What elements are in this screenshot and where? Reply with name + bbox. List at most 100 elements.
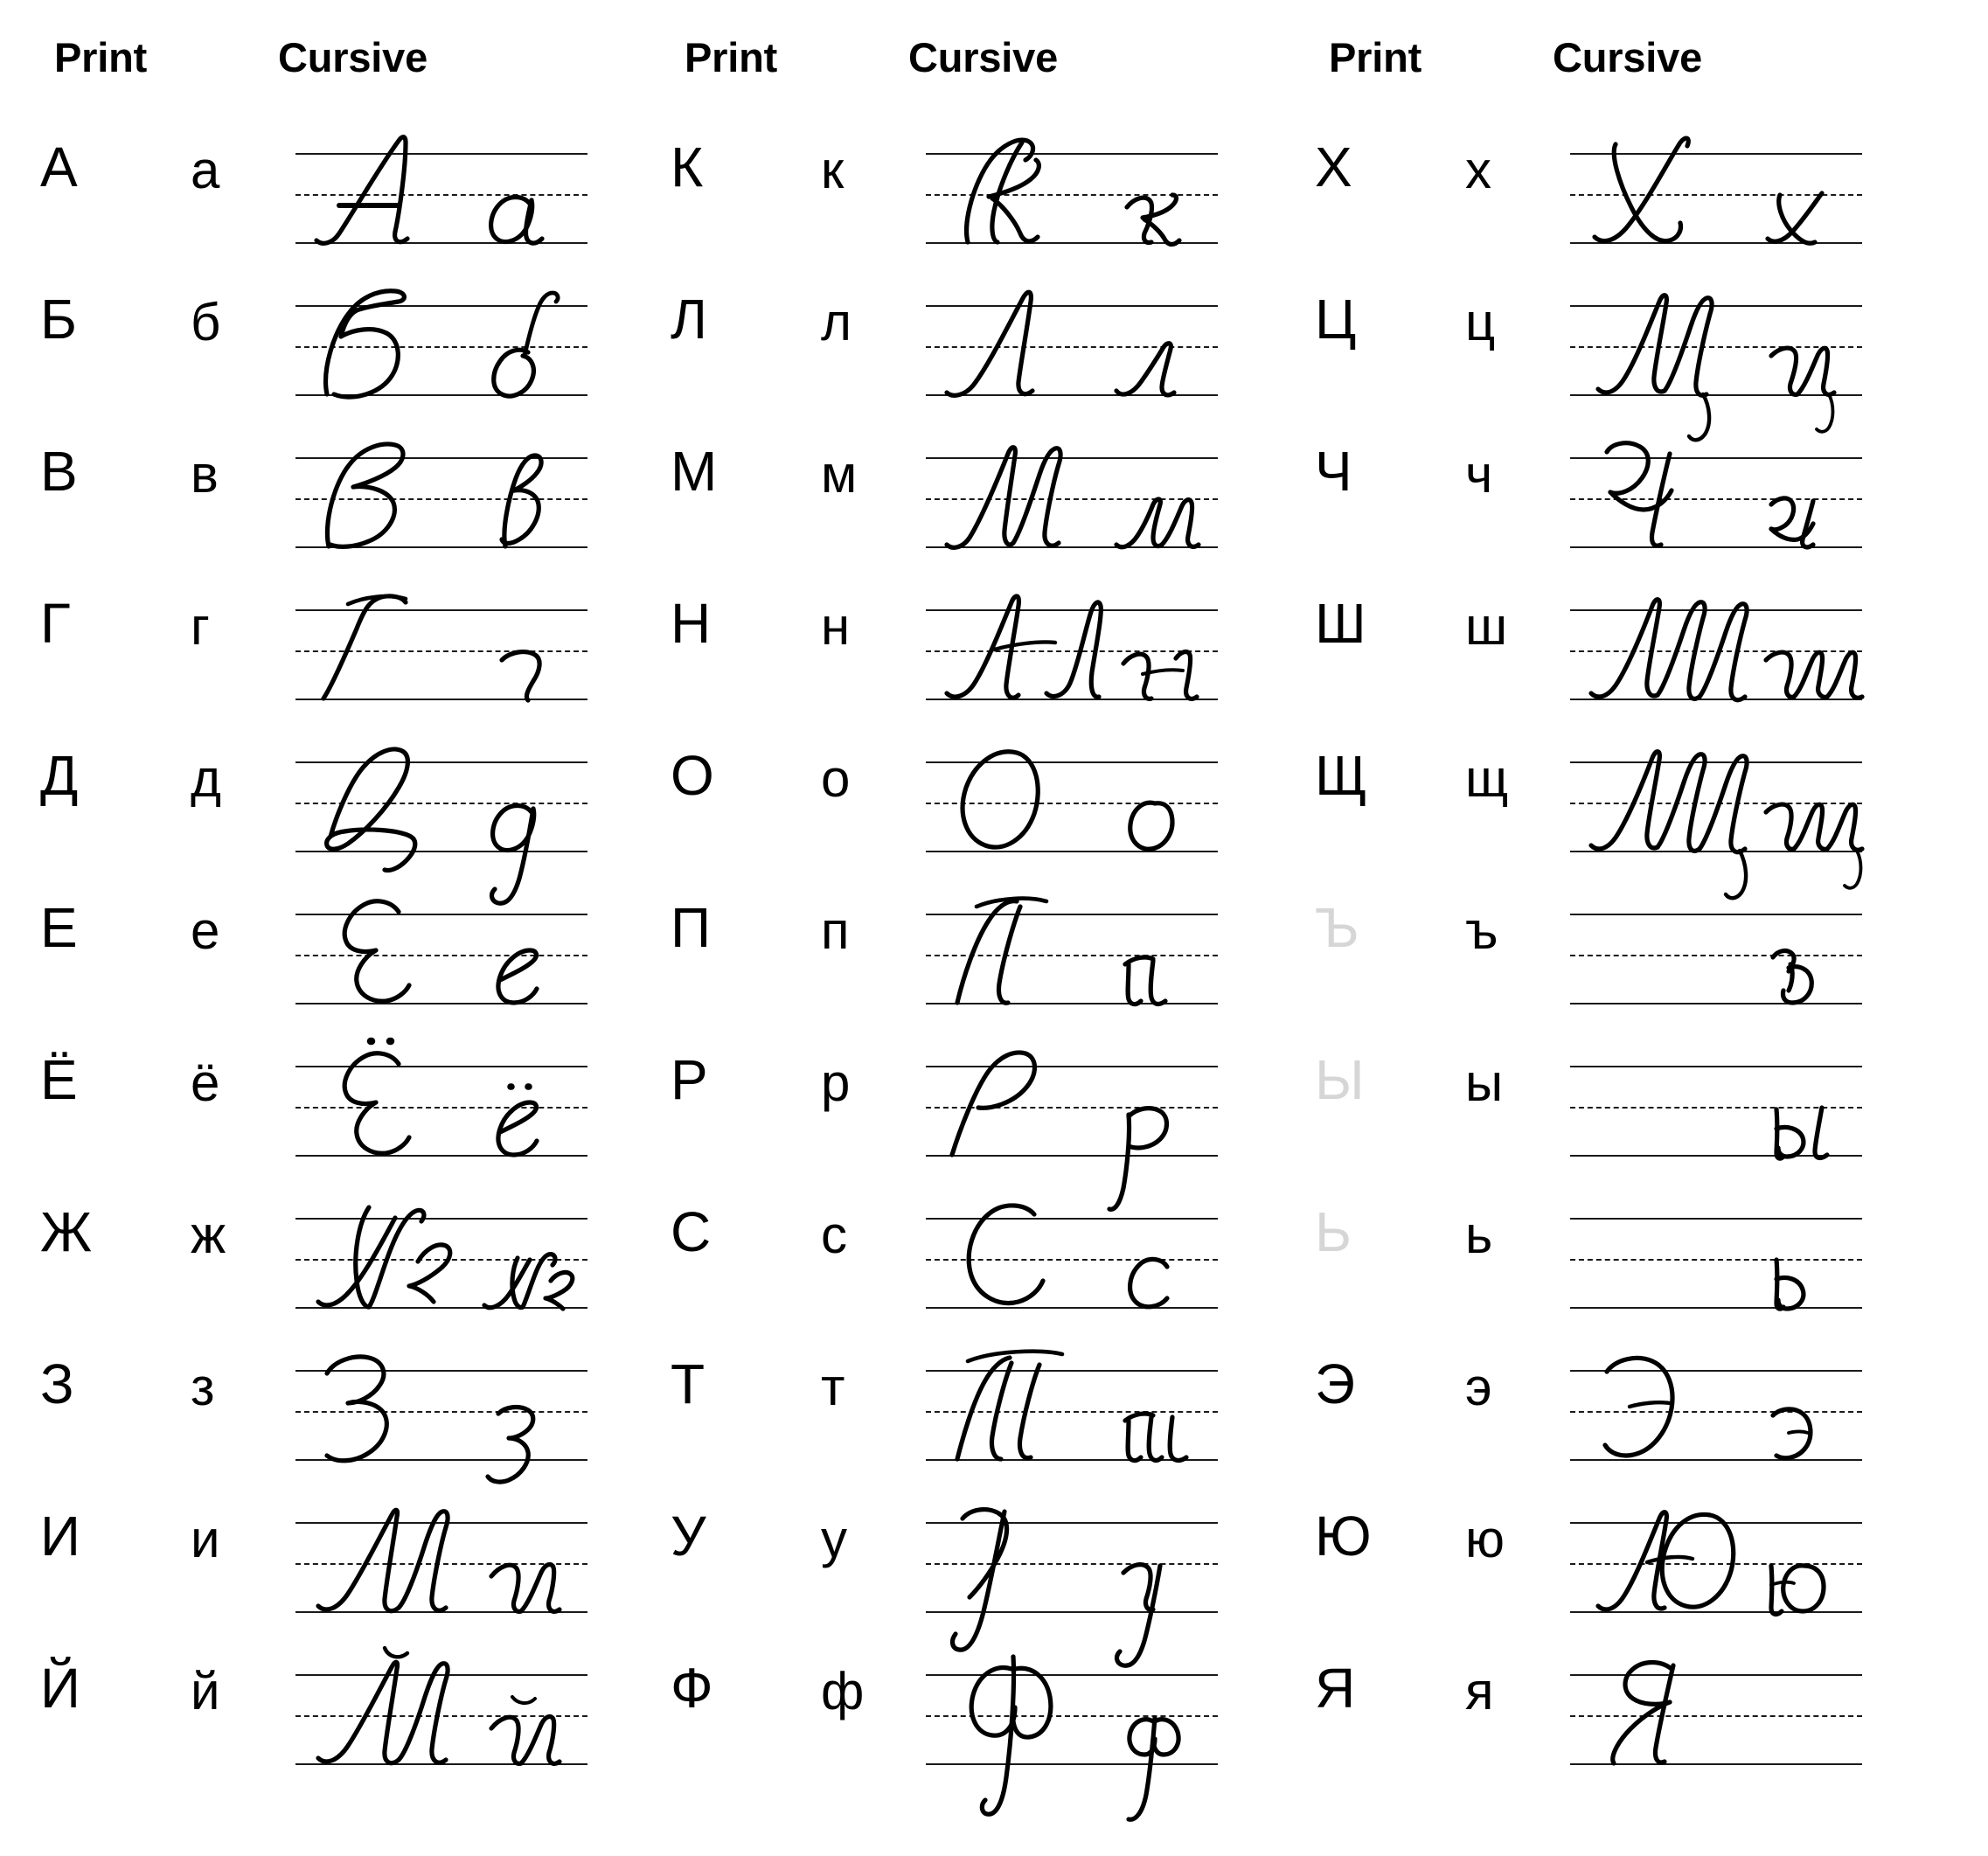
print-lowercase-letter: ъ	[1465, 901, 1498, 960]
print-uppercase-letter: И	[40, 1505, 80, 1568]
writing-guide-lines	[1570, 1066, 1862, 1161]
letter-row: Уу	[630, 1503, 1293, 1668]
cursive-letterforms	[1570, 569, 1865, 740]
cursive-letterforms	[295, 417, 587, 588]
print-uppercase-letter: Е	[40, 896, 78, 959]
print-uppercase-letter: Й	[40, 1657, 80, 1720]
print-uppercase-letter: П	[671, 896, 711, 959]
writing-guide-lines	[295, 288, 587, 400]
alphabet-column-1: Print Cursive Аа Бб Вв Гг Дд Ее Ёё Жж Зз Ии Йй	[0, 0, 663, 1856]
letter-row: Шш	[1275, 590, 1937, 742]
letter-row: Ъъ	[1275, 894, 1937, 1046]
print-lowercase-letter: ё	[191, 1053, 220, 1112]
cursive-letterforms	[1570, 1330, 1862, 1501]
letter-row: Лл	[630, 286, 1293, 438]
print-uppercase-letter: Э	[1315, 1352, 1355, 1415]
print-lowercase-letter: е	[191, 901, 220, 960]
print-uppercase-letter: Ь	[1315, 1200, 1352, 1263]
cursive-letterforms	[295, 1634, 587, 1805]
print-lowercase-letter: х	[1465, 141, 1491, 199]
writing-guide-lines	[926, 749, 1218, 852]
print-uppercase-letter: Т	[671, 1352, 706, 1415]
writing-guide-lines	[295, 1354, 587, 1484]
letter-row: Жж	[0, 1199, 663, 1351]
print-uppercase-letter: Ш	[1315, 592, 1366, 655]
letter-row: Нн	[630, 590, 1293, 742]
writing-guide-lines	[1570, 597, 1865, 703]
column-header-cursive: Cursive	[908, 34, 1059, 80]
letter-row: Мм	[630, 438, 1293, 590]
print-lowercase-letter: ф	[821, 1662, 865, 1720]
print-lowercase-letter: щ	[1465, 749, 1509, 808]
print-uppercase-letter: Д	[40, 744, 79, 807]
print-uppercase-letter: Б	[40, 288, 77, 351]
cursive-letterforms	[295, 1178, 587, 1349]
print-lowercase-letter: с	[821, 1206, 847, 1264]
letter-row: Тт	[630, 1349, 1293, 1503]
letter-row: Дд	[0, 742, 663, 906]
letter-row: Ёё	[0, 1037, 663, 1199]
cursive-letterforms	[1570, 721, 1865, 900]
print-lowercase-letter: т	[821, 1358, 845, 1416]
print-lowercase-letter: в	[191, 445, 219, 504]
writing-guide-lines	[926, 445, 1218, 550]
cursive-letterforms	[295, 1482, 587, 1653]
print-lowercase-letter: я	[1465, 1662, 1494, 1720]
writing-guide-lines	[926, 594, 1218, 701]
cursive-letterforms	[926, 1178, 1218, 1349]
cursive-letterforms	[295, 873, 587, 1045]
print-lowercase-letter: г	[191, 597, 210, 656]
print-lowercase-letter: ю	[1465, 1510, 1505, 1568]
print-uppercase-letter: Щ	[1315, 744, 1367, 807]
letter-row: Чч	[1275, 438, 1937, 590]
writing-guide-lines	[926, 1654, 1218, 1822]
writing-guide-lines	[1570, 136, 1862, 246]
letter-row: Фф	[630, 1654, 1293, 1822]
letter-row: Сс	[630, 1199, 1293, 1351]
letter-row: Рр	[630, 1046, 1293, 1212]
letter-row: Цц	[1275, 286, 1937, 442]
cursive-letterforms	[1570, 1482, 1862, 1653]
print-uppercase-letter: В	[40, 440, 78, 503]
letter-row: Щщ	[1275, 742, 1937, 900]
alphabet-column-2: Print Cursive Кк Лл Мм Нн Оо Пп Рр Сс Тт Уу Фф	[630, 0, 1293, 1856]
cursive-letterforms	[295, 569, 587, 740]
writing-guide-lines	[1570, 749, 1865, 900]
cursive-letterforms	[926, 1634, 1218, 1822]
column-header-print: Print	[1329, 34, 1422, 80]
writing-guide-lines	[295, 1205, 587, 1311]
print-lowercase-letter: ь	[1465, 1206, 1493, 1264]
print-lowercase-letter: п	[821, 901, 850, 960]
letter-row: Аа	[0, 134, 663, 286]
print-uppercase-letter: Ж	[40, 1200, 93, 1263]
print-uppercase-letter: С	[671, 1200, 712, 1263]
writing-guide-lines	[1570, 914, 1862, 1005]
print-uppercase-letter: У	[671, 1505, 706, 1568]
print-uppercase-letter: Г	[40, 592, 71, 655]
letter-row: Ээ	[1275, 1351, 1937, 1503]
letter-row: Ии	[0, 1503, 663, 1655]
print-lowercase-letter: м	[821, 445, 858, 504]
print-uppercase-letter: Л	[671, 288, 707, 351]
cursive-letterforms	[926, 1330, 1218, 1501]
writing-guide-lines	[926, 289, 1218, 398]
writing-guide-lines	[295, 747, 587, 906]
cursive-letterforms	[1570, 113, 1862, 284]
print-lowercase-letter: к	[821, 141, 845, 199]
cursive-letterforms	[926, 113, 1218, 284]
cursive-letterforms	[295, 1330, 587, 1501]
print-lowercase-letter: р	[821, 1053, 851, 1112]
letter-row: Ьь	[1275, 1199, 1937, 1351]
writing-guide-lines	[926, 1203, 1218, 1310]
writing-guide-lines	[295, 1037, 587, 1157]
cursive-letterforms	[1570, 873, 1862, 1045]
cursive-letterforms	[926, 417, 1218, 588]
letter-row: Оо	[630, 742, 1293, 894]
letter-row: Йй	[0, 1645, 663, 1807]
print-lowercase-letter: а	[191, 141, 220, 199]
cursive-letterforms	[926, 265, 1218, 436]
cursive-letterforms	[295, 721, 587, 906]
cursive-letterforms	[1570, 265, 1862, 442]
letter-row: Вв	[0, 438, 663, 590]
print-uppercase-letter: Ф	[671, 1657, 713, 1720]
